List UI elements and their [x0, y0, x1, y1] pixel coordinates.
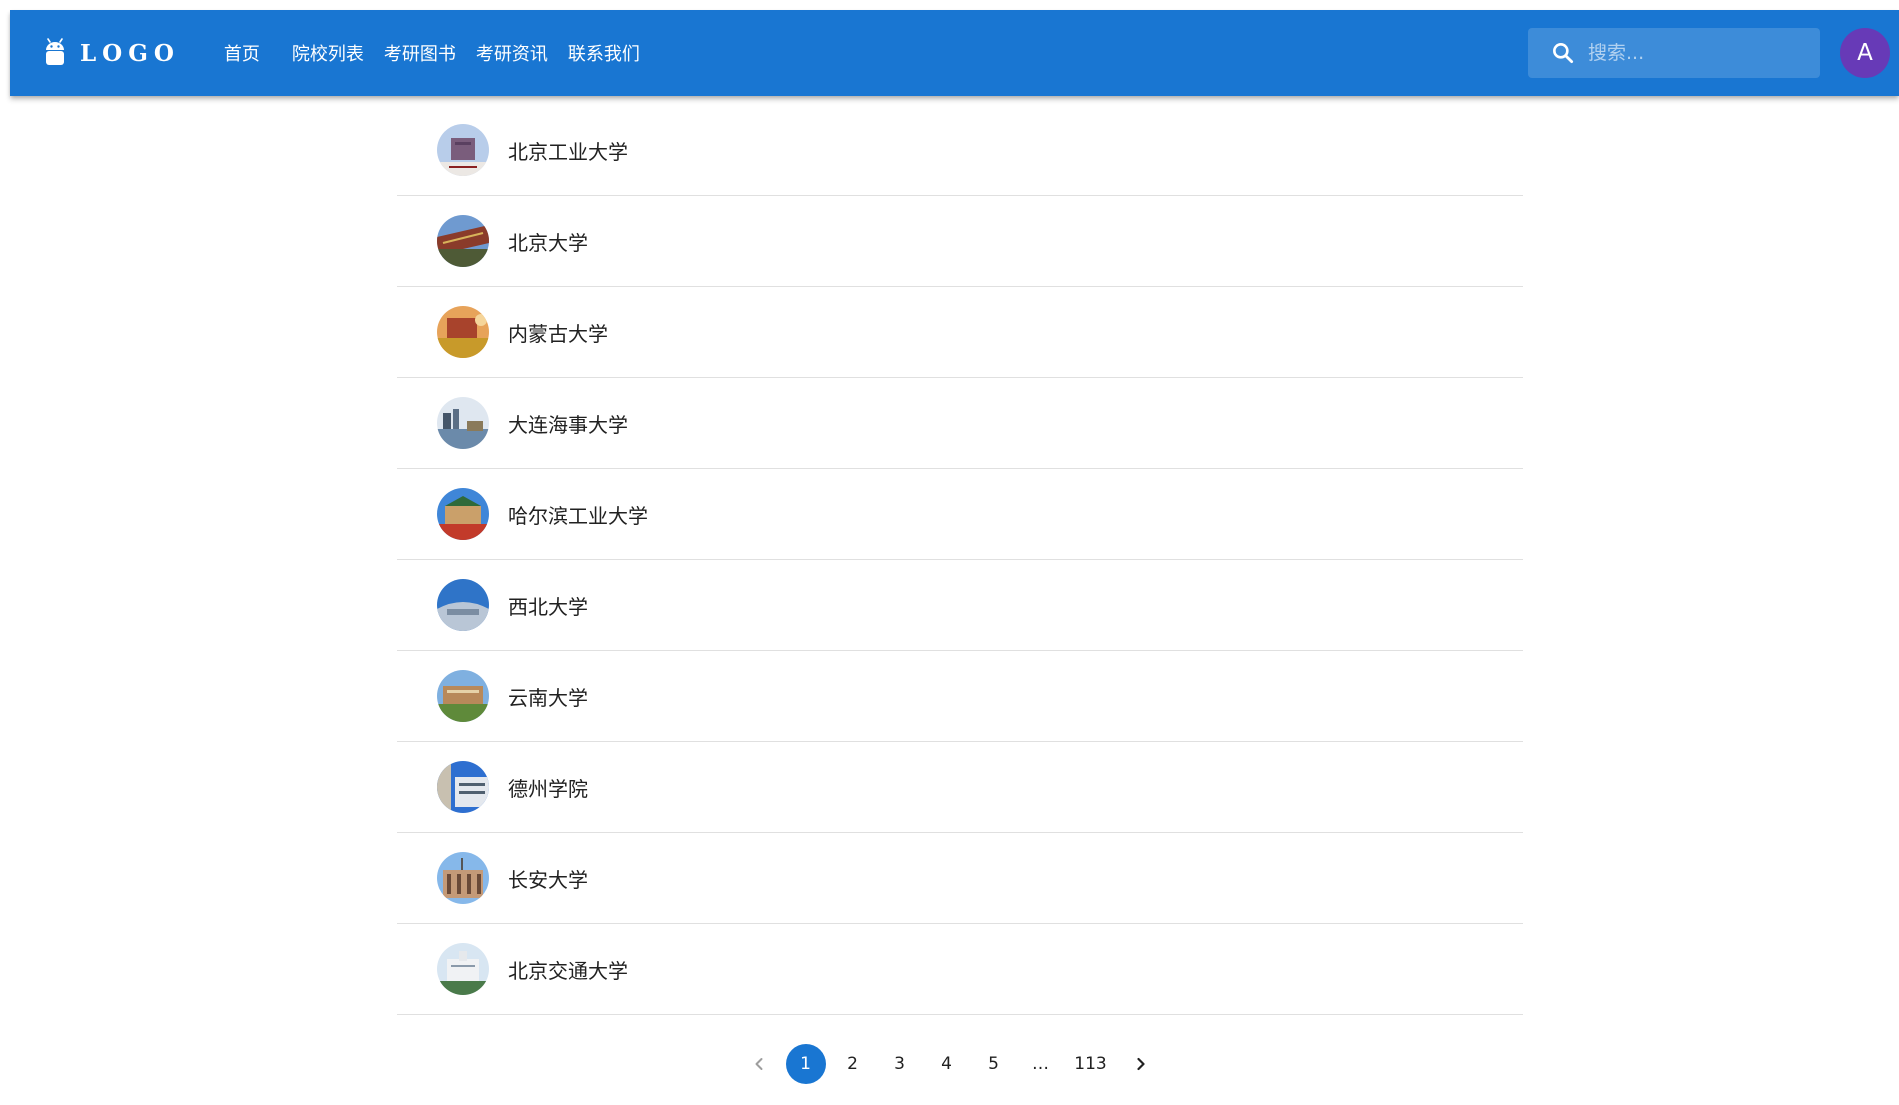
- logo[interactable]: LOGO: [44, 38, 180, 68]
- school-image: [437, 852, 489, 904]
- nav-school-list[interactable]: 院校列表: [282, 32, 374, 74]
- school-row[interactable]: 德州学院: [397, 742, 1523, 833]
- page-ellipsis: …: [1032, 1054, 1049, 1074]
- page-last-button[interactable]: 113: [1068, 1044, 1114, 1084]
- page-3-button[interactable]: 3: [880, 1044, 920, 1084]
- school-row[interactable]: 北京工业大学: [397, 105, 1523, 196]
- nav-home[interactable]: 首页: [214, 32, 270, 74]
- school-name: 北京工业大学: [508, 139, 628, 164]
- search-box[interactable]: [1528, 28, 1820, 78]
- school-row[interactable]: 大连海事大学: [397, 378, 1523, 469]
- logo-text: LOGO: [80, 39, 180, 67]
- school-image: [437, 124, 489, 176]
- school-row[interactable]: 长安大学: [397, 833, 1523, 924]
- school-row[interactable]: 西北大学: [397, 560, 1523, 651]
- page-1-button[interactable]: 1: [785, 1044, 826, 1084]
- app-bar: LOGO 首页 院校列表 考研图书 考研资讯 联系我们 A: [10, 10, 1899, 96]
- school-row[interactable]: 内蒙古大学: [397, 287, 1523, 378]
- page-5-button[interactable]: 5: [974, 1044, 1014, 1084]
- school-image: [437, 670, 489, 722]
- school-name: 北京交通大学: [508, 958, 628, 983]
- nav-news[interactable]: 考研资讯: [466, 32, 558, 74]
- school-list: 北京工业大学 北京大学 内蒙古大学 大连海事大学 哈尔滨工业大学 西北大学 云南…: [397, 105, 1523, 1015]
- next-page-button[interactable]: [1121, 1044, 1161, 1084]
- chevron-right-icon: [1136, 1057, 1145, 1071]
- search-input[interactable]: [1588, 42, 1808, 64]
- nav-contact[interactable]: 联系我们: [558, 32, 650, 74]
- school-image: [437, 215, 489, 267]
- school-image: [437, 761, 489, 813]
- chevron-left-icon: [755, 1058, 762, 1070]
- school-row[interactable]: 北京交通大学: [397, 924, 1523, 1015]
- android-icon: [46, 38, 64, 65]
- school-row[interactable]: 哈尔滨工业大学: [397, 469, 1523, 560]
- prev-page-button[interactable]: [739, 1044, 779, 1084]
- school-name: 内蒙古大学: [508, 321, 608, 346]
- school-row[interactable]: 云南大学: [397, 651, 1523, 742]
- page-4-button[interactable]: 4: [927, 1044, 967, 1084]
- pagination: 1 2 3 4 5 … 113: [0, 1044, 1899, 1084]
- main-nav: 首页 院校列表 考研图书 考研资讯 联系我们: [214, 32, 650, 74]
- school-name: 西北大学: [508, 594, 588, 619]
- school-name: 长安大学: [508, 867, 588, 892]
- school-name: 哈尔滨工业大学: [508, 503, 648, 528]
- school-image: [437, 306, 489, 358]
- school-name: 大连海事大学: [508, 412, 628, 437]
- school-row[interactable]: 北京大学: [397, 196, 1523, 287]
- school-name: 北京大学: [508, 230, 588, 255]
- school-name: 云南大学: [508, 685, 588, 710]
- school-image: [437, 579, 489, 631]
- school-image: [437, 488, 489, 540]
- page-2-button[interactable]: 2: [833, 1044, 873, 1084]
- school-name: 德州学院: [508, 776, 588, 801]
- nav-books[interactable]: 考研图书: [374, 32, 466, 74]
- search-icon: [1553, 43, 1574, 64]
- school-image: [437, 397, 489, 449]
- avatar[interactable]: A: [1840, 28, 1890, 78]
- school-image: [437, 943, 489, 995]
